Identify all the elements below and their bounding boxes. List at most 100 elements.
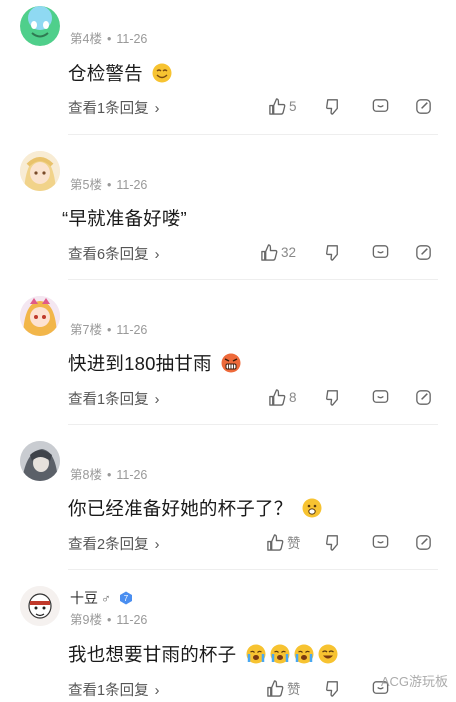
- crying-emoji-icon: [246, 644, 266, 664]
- level-number: 7: [123, 594, 128, 603]
- grey-character-avatar-icon: [20, 441, 60, 481]
- thumbs-up-icon: [267, 533, 284, 551]
- view-replies-link[interactable]: 查看1条回复 ›: [68, 97, 159, 118]
- reply-icon: [372, 98, 389, 112]
- comment-date: 11-26: [116, 178, 148, 192]
- thumbs-up-icon: [269, 97, 286, 115]
- like-button[interactable]: 赞: [266, 677, 301, 699]
- like-button[interactable]: 赞: [266, 531, 301, 553]
- comment-divider: [68, 279, 438, 280]
- comment-meta: 第9楼 • 11-26: [70, 613, 148, 627]
- share-button[interactable]: [414, 95, 433, 117]
- chevron-right-icon: ›: [154, 537, 160, 553]
- comment-text-body: 快进到180抽甘雨: [68, 353, 212, 374]
- like-label: 赞: [287, 682, 301, 697]
- comment-actions: 5: [268, 95, 438, 117]
- reply-button[interactable]: [371, 95, 390, 117]
- like-button[interactable]: 5: [268, 95, 297, 117]
- reply-icon: [372, 389, 389, 403]
- view-replies-link[interactable]: 查看6条回复 ›: [68, 243, 159, 264]
- edit-share-icon: [416, 244, 431, 260]
- comment-divider: [68, 134, 438, 135]
- crying-emoji-icon: [270, 644, 290, 664]
- thumbs-up-icon: [261, 243, 278, 261]
- chevron-right-icon: ›: [154, 683, 160, 699]
- level-badge-icon: 7: [119, 591, 132, 605]
- username[interactable]: 十豆: [70, 590, 98, 606]
- cartoon-character-avatar-icon: [20, 586, 60, 626]
- floor-label: 第4楼: [70, 32, 102, 46]
- reply-button[interactable]: [371, 241, 390, 263]
- dislike-button[interactable]: [323, 386, 342, 408]
- chevron-right-icon: ›: [154, 392, 160, 408]
- floor-label: 第8楼: [70, 468, 102, 482]
- comment-date: 11-26: [116, 32, 148, 46]
- edit-share-icon: [416, 98, 431, 114]
- reply-button[interactable]: [371, 531, 390, 553]
- gender-male-icon: ♂: [101, 591, 111, 606]
- reply-icon: [372, 244, 389, 258]
- comment-actions: 赞: [266, 531, 438, 553]
- view-replies-link[interactable]: 查看2条回复 ›: [68, 533, 159, 554]
- anime-girl-avatar-icon: [20, 296, 60, 336]
- replies-label: 查看2条回复: [68, 537, 149, 553]
- comment-divider: [68, 424, 438, 425]
- replies-label: 查看6条回复: [68, 247, 149, 263]
- thumbs-down-icon: [326, 244, 338, 261]
- comment-date: 11-26: [116, 613, 148, 627]
- thumbs-up-icon: [269, 388, 286, 406]
- comment-text: 我也想要甘雨的杯子: [68, 641, 338, 667]
- green-ball-avatar-icon: [20, 6, 60, 46]
- comment-date: 11-26: [116, 468, 148, 482]
- comment-date: 11-26: [116, 323, 148, 337]
- crying-emoji-icon: [294, 644, 314, 664]
- view-replies-link[interactable]: 查看1条回复 ›: [68, 388, 159, 409]
- thumbs-up-icon: [267, 679, 284, 697]
- username-row: 十豆 ♂ 7: [70, 588, 133, 608]
- avatar[interactable]: [20, 296, 60, 336]
- floor-label: 第5楼: [70, 178, 102, 192]
- avatar[interactable]: [20, 151, 60, 191]
- like-button[interactable]: 8: [268, 386, 297, 408]
- like-count: 8: [289, 389, 297, 405]
- comment-actions: 32: [261, 241, 438, 263]
- floor-label: 第9楼: [70, 613, 102, 627]
- dislike-button[interactable]: [323, 531, 342, 553]
- chevron-right-icon: ›: [154, 247, 160, 263]
- comment-text-body: 仓检警告: [68, 63, 143, 84]
- dislike-button[interactable]: [323, 677, 342, 699]
- like-button[interactable]: 32: [260, 241, 296, 263]
- comment-text: 你已经准备好她的杯子了？: [68, 495, 322, 521]
- avatar[interactable]: [20, 441, 60, 481]
- comment-text: “早就准备好喽”: [62, 205, 187, 231]
- share-button[interactable]: [414, 531, 433, 553]
- avatar[interactable]: [20, 6, 60, 46]
- chevron-right-icon: ›: [154, 101, 160, 117]
- reply-button[interactable]: [371, 386, 390, 408]
- comment-text-body: 我也想要甘雨的杯子: [68, 644, 237, 665]
- dislike-button[interactable]: [323, 241, 342, 263]
- dislike-button[interactable]: [323, 95, 342, 117]
- floor-label: 第7楼: [70, 323, 102, 337]
- comment-divider: [68, 569, 438, 570]
- thumbs-down-icon: [326, 534, 338, 551]
- like-label: 赞: [287, 536, 301, 551]
- reply-icon: [372, 534, 389, 548]
- comment-meta: 第8楼 • 11-26: [70, 468, 148, 482]
- angry-emoji-icon: [221, 353, 241, 373]
- blonde-anime-girl-avatar-icon: [20, 151, 60, 191]
- comment-text: 快进到180抽甘雨: [68, 350, 241, 376]
- worried-emoji-icon: [302, 498, 322, 518]
- avatar[interactable]: [20, 586, 60, 626]
- thumbs-down-icon: [326, 680, 338, 697]
- comment-text: 仓检警告: [68, 60, 172, 86]
- view-replies-link[interactable]: 查看1条回复 ›: [68, 679, 159, 700]
- share-button[interactable]: [414, 386, 433, 408]
- edit-share-icon: [416, 534, 431, 550]
- smile-emoji-icon: [152, 63, 172, 83]
- replies-label: 查看1条回复: [68, 101, 149, 117]
- share-button[interactable]: [414, 241, 433, 263]
- thumbs-down-icon: [326, 98, 338, 115]
- comment-actions: 8: [268, 386, 438, 408]
- replies-label: 查看1条回复: [68, 683, 149, 699]
